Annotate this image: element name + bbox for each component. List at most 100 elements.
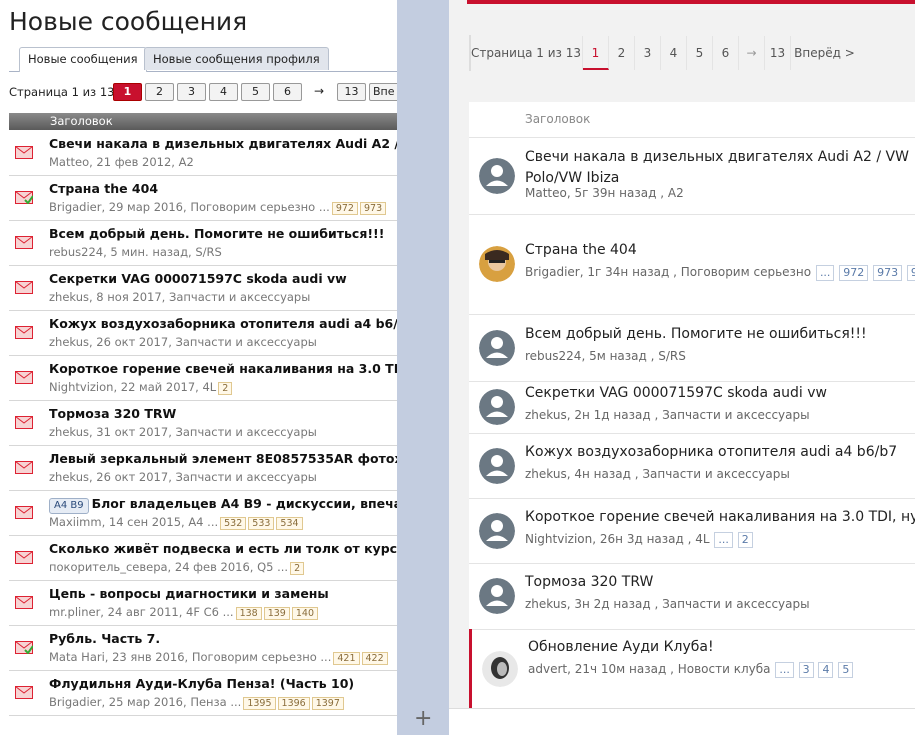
thread-row[interactable]: A4 B9 Блог владельцев А4 B9 - дискуссии, … xyxy=(9,491,397,536)
thread-row[interactable]: Секретки VAG 000071597C skoda audi vw zhe… xyxy=(469,381,915,434)
thread-title[interactable]: Флудильня Ауди-Клуба Пенза! (Часть 10) xyxy=(49,676,354,691)
thread-row[interactable]: Обновление Ауди Клуба! advert, 21ч 10м на… xyxy=(469,629,915,710)
thread-page-link[interactable]: ... xyxy=(775,662,794,678)
thread-row[interactable]: Тормоза 320 TRW zhekus, 31 окт 2017, Запч… xyxy=(9,401,397,446)
thread-title[interactable]: Короткое горение свечей накаливания на 3… xyxy=(49,361,397,376)
thread-page-link[interactable]: 2 xyxy=(290,562,305,575)
thread-row[interactable]: Страна the 404 Brigadier, 1г 34н назад , … xyxy=(469,214,915,315)
thread-title-text[interactable]: Левый зеркальный элемент 8E0857535AR фот… xyxy=(49,451,397,466)
thread-page-link[interactable]: 972 xyxy=(839,265,869,281)
thread-row[interactable]: Цепь - вопросы диагностики и замены mr.pl… xyxy=(9,581,397,626)
thread-forum[interactable]: A2 xyxy=(668,186,684,200)
thread-page-link[interactable]: 5 xyxy=(838,662,854,678)
thread-title[interactable]: Тормоза 320 TRW xyxy=(525,572,915,593)
thread-title[interactable]: Всем добрый день. Помогите не ошибиться!… xyxy=(49,226,384,241)
thread-title[interactable]: Секретки VAG 000071597C skoda audi vw xyxy=(49,271,347,286)
thread-row[interactable]: Страна the 404 Brigadier, 29 мар 2016, По… xyxy=(9,176,397,221)
thread-page-link[interactable]: 138 xyxy=(235,607,262,620)
thread-title-text[interactable]: Всем добрый день. Помогите не ошибиться!… xyxy=(49,226,384,241)
thread-author[interactable]: Brigadier xyxy=(525,265,580,279)
avatar[interactable] xyxy=(479,330,515,366)
thread-title-text[interactable]: Тормоза 320 TRW xyxy=(49,406,176,421)
thread-title[interactable]: Тормоза 320 TRW xyxy=(49,406,176,421)
page-button[interactable]: 5 xyxy=(687,36,713,70)
thread-row[interactable]: Кожух воздухозаборника отопителя audi a4… xyxy=(9,311,397,356)
thread-author[interactable]: rebus224 xyxy=(525,349,581,363)
thread-page-link[interactable]: 1395 xyxy=(243,697,276,710)
page-button-last[interactable]: 13 xyxy=(765,36,791,70)
thread-author[interactable]: Matteo xyxy=(525,186,567,200)
page-button[interactable]: 6 xyxy=(713,36,739,70)
thread-title[interactable]: Свечи накала в дизельных двигателях Audi… xyxy=(49,136,397,151)
thread-page-link[interactable]: 2 xyxy=(218,382,233,395)
thread-title[interactable]: Страна the 404 xyxy=(525,240,915,261)
thread-title[interactable]: Рубль. Часть 7. xyxy=(49,631,160,646)
thread-page-link[interactable]: 139 xyxy=(263,607,290,620)
thread-page-link[interactable]: 140 xyxy=(291,607,318,620)
page-button[interactable]: 6 xyxy=(273,83,302,101)
thread-title[interactable]: Сколько живёт подвеска и есть ли толк от… xyxy=(49,541,397,556)
thread-title[interactable]: Всем добрый день. Помогите не ошибиться!… xyxy=(525,324,915,345)
thread-time[interactable]: 1г 34н назад xyxy=(587,265,669,279)
thread-time[interactable]: 3н 2д назад xyxy=(574,597,650,611)
thread-time[interactable]: 2н 1д назад xyxy=(574,408,650,422)
thread-page-link[interactable]: 534 xyxy=(276,517,303,530)
thread-title-text[interactable]: Секретки VAG 000071597C skoda audi vw xyxy=(49,271,347,286)
tab-new-profile-messages[interactable]: Новые сообщения профиля xyxy=(144,47,329,70)
page-button[interactable]: 3 xyxy=(177,83,206,101)
avatar[interactable] xyxy=(479,513,515,549)
thread-author[interactable]: zhekus xyxy=(525,597,567,611)
thread-author[interactable]: zhekus xyxy=(525,408,567,422)
thread-row[interactable]: Кожух воздухозаборника отопителя audi a4… xyxy=(469,433,915,499)
thread-forum[interactable]: Запчасти и аксессуары xyxy=(662,597,809,611)
thread-page-link[interactable]: 3 xyxy=(798,662,814,678)
next-button[interactable]: Впе xyxy=(369,83,397,101)
thread-row[interactable]: Короткое горение свечей накаливания на 3… xyxy=(9,356,397,401)
thread-title-text[interactable]: Свечи накала в дизельных двигателях Audi… xyxy=(49,136,397,151)
thread-title[interactable]: Свечи накала в дизельных двигателях Audi… xyxy=(525,147,915,189)
thread-page-link[interactable]: ... xyxy=(714,532,733,548)
thread-time[interactable]: 26н 3д назад xyxy=(600,532,684,546)
thread-author[interactable]: advert xyxy=(528,662,567,676)
thread-author[interactable]: Nightvizion xyxy=(525,532,592,546)
thread-row[interactable]: Свечи накала в дизельных двигателях Audi… xyxy=(9,131,397,176)
avatar[interactable] xyxy=(482,651,518,687)
pager-arrow[interactable]: → xyxy=(739,36,765,70)
thread-title[interactable]: Короткое горение свечей накаливания на 3… xyxy=(525,507,915,528)
thread-page-link[interactable]: 973 xyxy=(873,265,903,281)
thread-title[interactable]: A4 B9 Блог владельцев А4 B9 - дискуссии, … xyxy=(49,496,397,514)
thread-title-text[interactable]: Цепь - вопросы диагностики и замены xyxy=(49,586,329,601)
plus-icon[interactable]: + xyxy=(414,706,432,731)
avatar[interactable] xyxy=(479,578,515,614)
thread-title-text[interactable]: Флудильня Ауди-Клуба Пенза! (Часть 10) xyxy=(49,676,354,691)
thread-page-link[interactable]: 1396 xyxy=(277,697,310,710)
thread-title-text[interactable]: Страна the 404 xyxy=(49,181,158,196)
thread-page-link[interactable]: 533 xyxy=(248,517,275,530)
thread-forum[interactable]: Запчасти и аксессуары xyxy=(662,408,809,422)
thread-row[interactable]: Флудильня Ауди-Клуба Пенза! (Часть 10) Br… xyxy=(9,671,397,716)
thread-forum[interactable]: Поговорим серьезно xyxy=(681,265,811,279)
thread-title[interactable]: Левый зеркальный элемент 8E0857535AR фот… xyxy=(49,451,397,466)
avatar[interactable] xyxy=(479,158,515,194)
thread-row[interactable]: Левый зеркальный элемент 8E0857535AR фот… xyxy=(9,446,397,491)
page-button[interactable]: 3 xyxy=(635,36,661,70)
thread-title[interactable]: Кожух воздухозаборника отопителя audi a4… xyxy=(49,316,397,331)
pager-arrow[interactable]: → xyxy=(314,84,324,98)
thread-row[interactable]: Рубль. Часть 7. Mata Hari, 23 янв 2016, П… xyxy=(9,626,397,671)
page-button[interactable]: 4 xyxy=(661,36,687,70)
page-button[interactable]: 1 xyxy=(113,83,142,101)
next-button[interactable]: Вперёд > xyxy=(791,36,858,70)
thread-page-link[interactable]: 972 xyxy=(331,202,358,215)
thread-title-text[interactable]: Кожух воздухозаборника отопителя audi a4… xyxy=(49,316,397,331)
page-button[interactable]: 4 xyxy=(209,83,238,101)
thread-title-text[interactable]: Блог владельцев А4 B9 - дискуссии, впеча… xyxy=(92,496,397,511)
thread-page-link[interactable]: 974 xyxy=(906,265,915,281)
thread-row[interactable]: Короткое горение свечей накаливания на 3… xyxy=(469,498,915,564)
thread-title-text[interactable]: Сколько живёт подвеска и есть ли толк от… xyxy=(49,541,397,556)
page-button[interactable]: 2 xyxy=(145,83,174,101)
page-button-last[interactable]: 13 xyxy=(337,83,366,101)
thread-forum[interactable]: Новости клуба xyxy=(678,662,771,676)
thread-title[interactable]: Обновление Ауди Клуба! xyxy=(528,637,915,658)
thread-row[interactable]: Всем добрый день. Помогите не ошибиться!… xyxy=(469,314,915,382)
thread-time[interactable]: 21ч 10м назад xyxy=(575,662,667,676)
